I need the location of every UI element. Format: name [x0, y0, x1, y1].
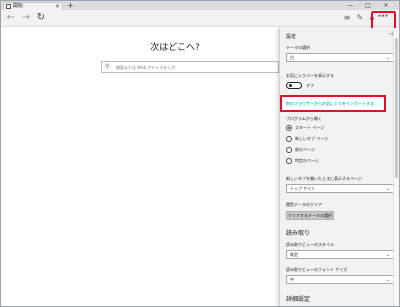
theme-label: テーマの選択 [286, 45, 310, 50]
open-with-label: プログラムから開く [286, 116, 322, 121]
close-window-icon[interactable]: × [379, 1, 393, 10]
radio-label: 特定のページ [295, 158, 319, 163]
favorites-bar-label: お気に入りバーを表示する [286, 73, 334, 78]
radio-button[interactable] [286, 158, 292, 164]
new-tab-icon[interactable]: + [67, 1, 74, 10]
search-icon: ⚲ [105, 63, 110, 70]
back-icon[interactable]: ← [4, 11, 18, 25]
settings-title: 設定 [286, 34, 297, 40]
settings-panel: 設定 ⊣ テーマの選択 白 ⌄ お気に入りバーを表示する オフ 別のブラウザーか… [279, 28, 399, 306]
reading-section-title: 読み取り [286, 230, 311, 237]
page-icon [6, 4, 11, 9]
new-tab-value: トップ サイト [290, 186, 316, 191]
title-bar: 開始 × + — □ × [1, 1, 399, 10]
reading-font-select[interactable]: 中 ⌄ [286, 275, 394, 284]
radio-label: 前のページ [295, 147, 315, 152]
import-highlight: 別のブラウザーからお気に入りをインポートする [280, 95, 386, 112]
new-tab-label: 新しいタブを開いたときに表示するページ [286, 176, 362, 181]
browser-window: 開始 × + — □ × ← → ↻ ≡ ✎ ⌂ ··· 次はどこへ? ⚲ 設定… [0, 0, 400, 307]
radio-button[interactable] [286, 136, 292, 142]
scroll-thumb[interactable] [395, 38, 398, 178]
radio-button[interactable] [286, 125, 292, 131]
radio-new-tab-page[interactable]: 新しいタブ ページ [286, 136, 328, 142]
chevron-down-icon: ⌄ [385, 252, 390, 258]
radio-previous-page[interactable]: 前のページ [286, 147, 315, 153]
chevron-down-icon: ⌄ [385, 55, 390, 61]
theme-select[interactable]: 白 ⌄ [286, 53, 394, 62]
reading-style-label: 読み取りビューのスタイル [286, 242, 334, 247]
radio-button[interactable] [286, 147, 292, 153]
choose-data-button[interactable]: クリアするデータの選択 [286, 211, 334, 220]
search-box[interactable]: ⚲ [101, 61, 279, 73]
import-favorites-link[interactable]: 別のブラウザーからお気に入りをインポートする [286, 101, 374, 106]
start-page: 次はどこへ? ⚲ [1, 28, 279, 306]
minimize-icon[interactable]: — [343, 1, 357, 10]
search-input[interactable] [116, 63, 276, 71]
tab-close-icon[interactable]: × [55, 3, 60, 10]
radio-label: 新しいタブ ページ [295, 136, 329, 141]
reading-style-select[interactable]: 既定 ⌄ [286, 250, 394, 259]
navigation-bar: ← → ↻ ≡ ✎ ⌂ ··· [1, 10, 399, 27]
favorites-bar-toggle[interactable] [286, 82, 302, 89]
page-headline: 次はどこへ? [150, 43, 200, 53]
chevron-down-icon: ⌄ [385, 277, 390, 283]
chevron-down-icon: ⌄ [385, 186, 390, 192]
radio-specific-page[interactable]: 特定のページ [286, 158, 319, 164]
panel-scrollbar[interactable] [393, 28, 399, 306]
maximize-icon[interactable]: □ [361, 1, 375, 10]
theme-value: 白 [290, 55, 294, 60]
advanced-section-title: 詳細設定 [286, 296, 311, 303]
web-note-icon[interactable]: ✎ [354, 12, 366, 24]
tab-start[interactable]: 開始 × [3, 2, 63, 10]
reading-font-value: 中 [290, 277, 294, 282]
favorites-bar-state: オフ [306, 83, 314, 88]
clear-data-label: 閲覧データのクリア [286, 202, 322, 207]
hub-icon[interactable]: ≡ [341, 12, 353, 24]
refresh-icon[interactable]: ↻ [34, 11, 48, 25]
tab-label: 開始 [13, 3, 24, 9]
reading-style-value: 既定 [290, 252, 298, 257]
radio-label: スタート ページ [295, 125, 325, 130]
new-tab-select[interactable]: トップ サイト ⌄ [286, 184, 394, 193]
forward-icon[interactable]: → [19, 11, 33, 25]
radio-start-page[interactable]: スタート ページ [286, 125, 324, 131]
toggle-knob [289, 84, 292, 87]
reading-font-label: 読み取りビューのフォント サイズ [286, 267, 348, 272]
